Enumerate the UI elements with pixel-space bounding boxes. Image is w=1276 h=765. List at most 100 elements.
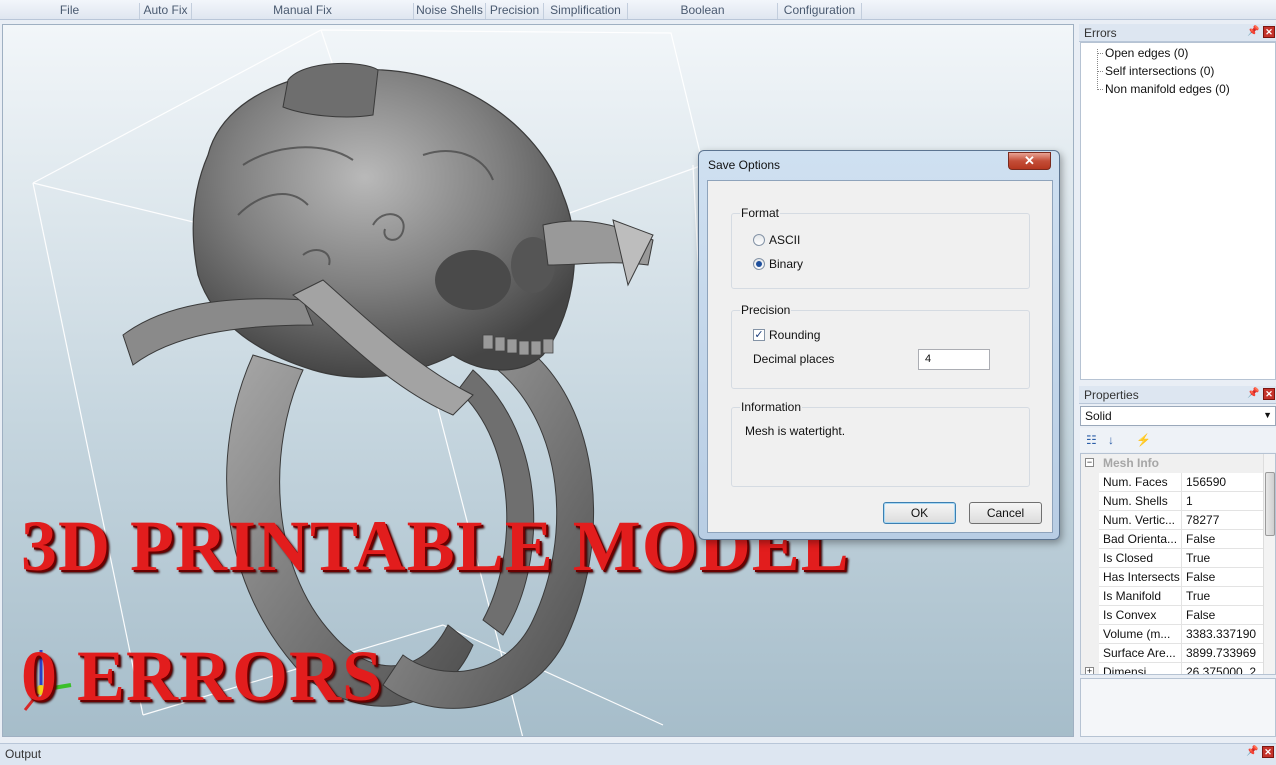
property-value[interactable]: 78277 bbox=[1181, 511, 1265, 530]
errors-tree: Open edges (0) Self intersections (0) No… bbox=[1080, 42, 1276, 380]
property-value[interactable]: False bbox=[1181, 606, 1265, 625]
category-row[interactable]: − Mesh Info bbox=[1081, 454, 1265, 473]
decimal-places-input[interactable]: 4 bbox=[918, 349, 990, 370]
property-key: Bad Orienta... bbox=[1103, 532, 1178, 546]
ribbon-bar: File Auto Fix Manual Fix Noise Shells Pr… bbox=[0, 0, 1276, 20]
property-row[interactable]: Num. Faces 156590 bbox=[1081, 473, 1265, 492]
property-key: Is Convex bbox=[1103, 608, 1157, 622]
rounding-checkbox[interactable]: ✓ bbox=[753, 329, 765, 341]
dialog-close-button[interactable]: ✕ bbox=[1008, 152, 1051, 170]
dialog-body: Format ASCII Binary Precision ✓ Rounding… bbox=[707, 180, 1053, 533]
property-key: Dimensi... bbox=[1103, 665, 1157, 675]
property-key: Has Intersects bbox=[1103, 570, 1180, 584]
property-row[interactable]: Num. Vertic... 78277 bbox=[1081, 511, 1265, 530]
properties-toolbar: ☷ ↓ ⚡ bbox=[1080, 428, 1276, 452]
ribbon-group-noise-shells[interactable]: Noise Shells bbox=[414, 3, 486, 19]
property-key: Num. Faces bbox=[1103, 475, 1168, 489]
property-key: Is Closed bbox=[1103, 551, 1154, 565]
scrollbar-thumb[interactable] bbox=[1265, 472, 1275, 536]
property-row[interactable]: Volume (m... 3383.337190 bbox=[1081, 625, 1265, 644]
pin-icon[interactable]: 📌 bbox=[1247, 26, 1259, 38]
property-key: Is Manifold bbox=[1103, 589, 1162, 603]
object-select[interactable]: Solid ▼ bbox=[1080, 406, 1276, 426]
errors-panel-header: Errors 📌 ✕ bbox=[1079, 24, 1276, 42]
pin-icon[interactable]: 📌 bbox=[1246, 746, 1258, 758]
property-value[interactable]: 1 bbox=[1181, 492, 1265, 511]
property-row[interactable]: Surface Are... 3899.733969 bbox=[1081, 644, 1265, 663]
errors-panel-close-icon[interactable]: ✕ bbox=[1263, 26, 1275, 38]
property-grid: − Mesh Info Num. Faces 156590 Num. Shells… bbox=[1080, 453, 1276, 675]
close-icon: ✕ bbox=[1024, 153, 1035, 168]
ribbon-group-auto-fix[interactable]: Auto Fix bbox=[140, 3, 192, 19]
output-panel-header: Output 📌 ✕ bbox=[0, 743, 1276, 765]
tree-connector bbox=[1097, 49, 1098, 88]
property-value[interactable]: 156590 bbox=[1181, 473, 1265, 492]
information-text: Mesh is watertight. bbox=[745, 424, 846, 438]
property-key: Volume (m... bbox=[1103, 627, 1171, 641]
property-value[interactable]: False bbox=[1181, 530, 1265, 549]
property-key: Num. Shells bbox=[1103, 494, 1168, 508]
sort-alpha-icon[interactable]: ↓ bbox=[1108, 433, 1114, 447]
properties-panel-header: Properties 📌 ✕ bbox=[1079, 386, 1276, 404]
property-row[interactable]: Is Closed True bbox=[1081, 549, 1265, 568]
precision-group: Precision ✓ Rounding Decimal places 4 bbox=[731, 303, 1030, 389]
skull-model bbox=[122, 63, 654, 416]
property-key: Num. Vertic... bbox=[1103, 513, 1176, 527]
precision-group-label: Precision bbox=[740, 303, 792, 317]
dialog-title: Save Options bbox=[708, 158, 781, 172]
collapse-icon[interactable]: − bbox=[1085, 458, 1094, 467]
object-select-value: Solid bbox=[1085, 409, 1112, 423]
save-options-dialog: Save Options ✕ Format ASCII Binary Preci… bbox=[698, 150, 1060, 540]
property-value[interactable]: 3383.337190 bbox=[1181, 625, 1265, 644]
decimal-places-label: Decimal places bbox=[753, 352, 835, 366]
categorized-icon[interactable]: ☷ bbox=[1086, 433, 1097, 447]
category-label: Mesh Info bbox=[1103, 456, 1159, 470]
expand-icon[interactable]: + bbox=[1085, 667, 1094, 674]
format-group-label: Format bbox=[740, 206, 781, 220]
events-lightning-icon[interactable]: ⚡ bbox=[1136, 433, 1151, 447]
property-value[interactable]: 3899.733969 bbox=[1181, 644, 1265, 663]
cancel-button[interactable]: Cancel bbox=[969, 502, 1042, 524]
ribbon-group-file[interactable]: File bbox=[0, 3, 140, 19]
property-row[interactable]: Num. Shells 1 bbox=[1081, 492, 1265, 511]
ribbon-group-manual-fix[interactable]: Manual Fix bbox=[192, 3, 414, 19]
tree-item-open-edges[interactable]: Open edges (0) bbox=[1105, 46, 1188, 60]
app-window: File Auto Fix Manual Fix Noise Shells Pr… bbox=[0, 0, 1276, 765]
ribbon-group-simplification[interactable]: Simplification bbox=[544, 3, 628, 19]
property-value[interactable]: 26.375000, 2... bbox=[1181, 663, 1265, 674]
output-panel-title: Output bbox=[5, 747, 42, 761]
properties-panel-close-icon[interactable]: ✕ bbox=[1263, 388, 1275, 400]
rounding-label[interactable]: Rounding bbox=[769, 328, 820, 342]
tree-item-non-manifold-edges[interactable]: Non manifold edges (0) bbox=[1105, 82, 1230, 96]
binary-label[interactable]: Binary bbox=[769, 257, 803, 271]
information-group-label: Information bbox=[740, 400, 803, 414]
tree-item-self-intersections[interactable]: Self intersections (0) bbox=[1105, 64, 1214, 78]
property-grid-scrollbar[interactable] bbox=[1263, 454, 1275, 674]
ribbon-group-boolean[interactable]: Boolean bbox=[628, 3, 778, 19]
ok-button[interactable]: OK bbox=[883, 502, 956, 524]
binary-radio[interactable] bbox=[753, 258, 765, 270]
property-row[interactable]: + Dimensi... 26.375000, 2... bbox=[1081, 663, 1265, 675]
overlay-errors: 0 ERRORS bbox=[21, 636, 384, 716]
property-row[interactable]: Bad Orienta... False bbox=[1081, 530, 1265, 549]
errors-panel-title: Errors bbox=[1084, 26, 1117, 40]
properties-panel-title: Properties bbox=[1084, 388, 1139, 402]
property-value[interactable]: True bbox=[1181, 587, 1265, 606]
property-row[interactable]: Is Manifold True bbox=[1081, 587, 1265, 606]
property-row[interactable]: Has Intersects False bbox=[1081, 568, 1265, 587]
property-key: Surface Are... bbox=[1103, 646, 1176, 660]
tree-connector bbox=[1097, 89, 1103, 90]
ascii-label[interactable]: ASCII bbox=[769, 233, 800, 247]
property-row[interactable]: Is Convex False bbox=[1081, 606, 1265, 625]
tree-connector bbox=[1097, 53, 1103, 54]
property-description-box bbox=[1080, 678, 1276, 737]
property-value[interactable]: True bbox=[1181, 549, 1265, 568]
information-group: Information Mesh is watertight. bbox=[731, 400, 1030, 487]
ascii-radio[interactable] bbox=[753, 234, 765, 246]
pin-icon[interactable]: 📌 bbox=[1247, 388, 1259, 400]
ribbon-group-configuration[interactable]: Configuration bbox=[778, 3, 862, 19]
ribbon-group-precision[interactable]: Precision bbox=[486, 3, 544, 19]
output-panel-close-icon[interactable]: ✕ bbox=[1262, 746, 1274, 758]
chevron-down-icon: ▼ bbox=[1263, 410, 1272, 420]
property-value[interactable]: False bbox=[1181, 568, 1265, 587]
